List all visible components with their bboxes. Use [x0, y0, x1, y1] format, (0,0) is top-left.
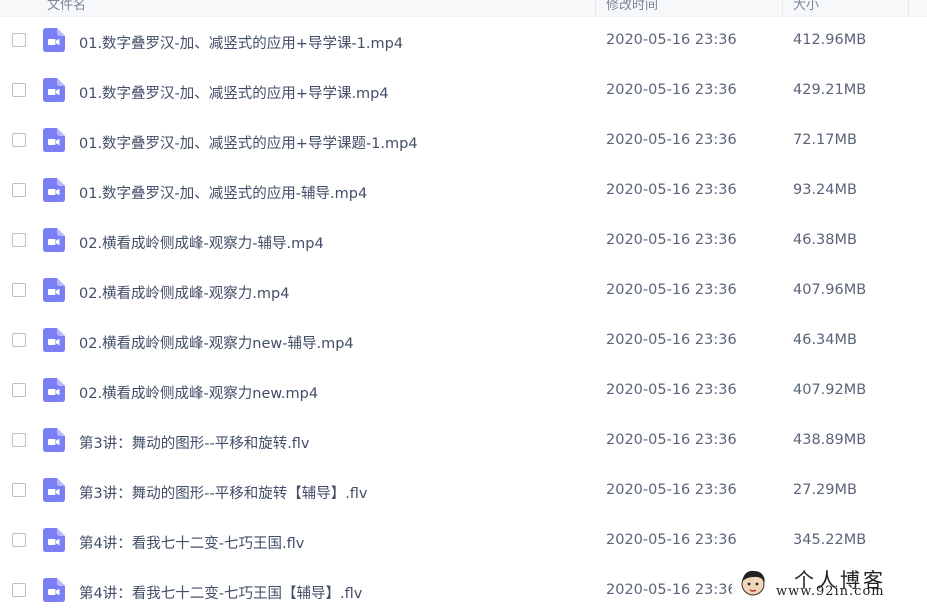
row-checkbox[interactable] — [12, 233, 26, 247]
file-name[interactable]: 01.数字叠罗汉-加、减竖式的应用+导学课.mp4 — [79, 82, 389, 103]
file-modified-date: 2020-05-16 23:36 — [606, 232, 737, 248]
row-checkbox[interactable] — [12, 183, 26, 197]
file-row[interactable]: 02.横看成岭侧成峰-观察力new.mp4 2020-05-16 23:36 407… — [0, 366, 927, 416]
file-row[interactable]: 02.横看成岭侧成峰-观察力new-辅导.mp4 2020-05-16 23:36… — [0, 316, 927, 366]
column-divider[interactable] — [908, 0, 909, 16]
file-modified-date: 2020-05-16 23:36 — [606, 482, 737, 498]
column-header-size[interactable]: 大小 — [793, 0, 819, 13]
file-name[interactable]: 02.横看成岭侧成峰-观察力-辅导.mp4 — [79, 232, 324, 253]
file-name[interactable]: 01.数字叠罗汉-加、减竖式的应用+导学课-1.mp4 — [79, 32, 403, 53]
file-modified-date: 2020-05-16 23:36 — [606, 532, 737, 548]
file-name[interactable]: 第3讲：舞动的图形--平移和旋转.flv — [79, 432, 310, 453]
video-file-icon — [43, 178, 65, 202]
column-header-name[interactable]: 文件名 — [47, 0, 86, 13]
video-file-icon — [43, 378, 65, 402]
file-name[interactable]: 02.横看成岭侧成峰-观察力new.mp4 — [79, 382, 318, 403]
watermark-url: www.92in.com — [776, 584, 885, 599]
file-name[interactable]: 第3讲：舞动的图形--平移和旋转【辅导】.flv — [79, 482, 368, 503]
file-name[interactable]: 02.横看成岭侧成峰-观察力new-辅导.mp4 — [79, 332, 354, 353]
column-divider[interactable] — [595, 0, 596, 16]
file-name[interactable]: 第4讲：看我七十二变-七巧王国【辅导】.flv — [79, 582, 362, 603]
file-row[interactable]: 01.数字叠罗汉-加、减竖式的应用+导学课-1.mp4 2020-05-16 23… — [0, 16, 927, 66]
file-size: 412.96MB — [793, 32, 867, 48]
video-file-icon — [43, 428, 65, 452]
file-modified-date: 2020-05-16 23:36 — [606, 582, 737, 598]
row-checkbox[interactable] — [12, 283, 26, 297]
file-list-header: 文件名 修改时间 ⌄ 大小 — [0, 0, 927, 17]
video-file-icon — [43, 578, 65, 602]
file-size: 407.92MB — [793, 382, 867, 398]
row-checkbox[interactable] — [12, 333, 26, 347]
file-modified-date: 2020-05-16 23:36 — [606, 82, 737, 98]
file-size: 93.24MB — [793, 182, 857, 198]
file-row[interactable]: 02.横看成岭侧成峰-观察力-辅导.mp4 2020-05-16 23:36 46.… — [0, 216, 927, 266]
file-row[interactable]: 01.数字叠罗汉-加、减竖式的应用-辅导.mp4 2020-05-16 23:36… — [0, 166, 927, 216]
sort-desc-icon[interactable]: ⌄ — [763, 0, 771, 3]
video-file-icon — [43, 278, 65, 302]
file-row[interactable]: 01.数字叠罗汉-加、减竖式的应用+导学课.mp4 2020-05-16 23:3… — [0, 66, 927, 116]
row-checkbox[interactable] — [12, 433, 26, 447]
column-divider[interactable] — [782, 0, 783, 16]
file-size: 27.29MB — [793, 482, 857, 498]
file-modified-date: 2020-05-16 23:36 — [606, 282, 737, 298]
row-checkbox[interactable] — [12, 483, 26, 497]
file-size: 407.96MB — [793, 282, 867, 298]
video-file-icon — [43, 228, 65, 252]
video-file-icon — [43, 478, 65, 502]
file-row[interactable]: 第3讲：舞动的图形--平移和旋转【辅导】.flv 2020-05-16 23:36… — [0, 466, 927, 516]
row-checkbox[interactable] — [12, 33, 26, 47]
file-size: 72.17MB — [793, 132, 857, 148]
file-modified-date: 2020-05-16 23:36 — [606, 32, 737, 48]
avatar-logo-icon — [741, 570, 765, 596]
video-file-icon — [43, 528, 65, 552]
watermark: 个人博客 www.92in.com — [732, 562, 927, 604]
row-checkbox[interactable] — [12, 533, 26, 547]
file-size: 429.21MB — [793, 82, 867, 98]
file-row[interactable]: 01.数字叠罗汉-加、减竖式的应用+导学课题-1.mp4 2020-05-16 2… — [0, 116, 927, 166]
file-modified-date: 2020-05-16 23:36 — [606, 182, 737, 198]
file-row[interactable]: 第3讲：舞动的图形--平移和旋转.flv 2020-05-16 23:36 438.… — [0, 416, 927, 466]
file-row[interactable]: 第4讲：看我七十二变-七巧王国.flv 2020-05-16 23:36 345.2… — [0, 516, 927, 566]
file-list: 01.数字叠罗汉-加、减竖式的应用+导学课-1.mp4 2020-05-16 23… — [0, 16, 927, 616]
file-modified-date: 2020-05-16 23:36 — [606, 132, 737, 148]
file-modified-date: 2020-05-16 23:36 — [606, 332, 737, 348]
column-header-modified[interactable]: 修改时间 — [606, 0, 658, 13]
video-file-icon — [43, 128, 65, 152]
file-modified-date: 2020-05-16 23:36 — [606, 382, 737, 398]
row-checkbox[interactable] — [12, 83, 26, 97]
video-file-icon — [43, 28, 65, 52]
file-name[interactable]: 01.数字叠罗汉-加、减竖式的应用+导学课题-1.mp4 — [79, 132, 418, 153]
row-checkbox[interactable] — [12, 383, 26, 397]
file-size: 46.38MB — [793, 232, 857, 248]
file-size: 345.22MB — [793, 532, 867, 548]
file-name[interactable]: 第4讲：看我七十二变-七巧王国.flv — [79, 532, 304, 553]
video-file-icon — [43, 78, 65, 102]
file-name[interactable]: 02.横看成岭侧成峰-观察力.mp4 — [79, 282, 289, 303]
file-size: 46.34MB — [793, 332, 857, 348]
video-file-icon — [43, 328, 65, 352]
file-size: 438.89MB — [793, 432, 867, 448]
row-checkbox[interactable] — [12, 133, 26, 147]
file-row[interactable]: 02.横看成岭侧成峰-观察力.mp4 2020-05-16 23:36 407.96… — [0, 266, 927, 316]
file-modified-date: 2020-05-16 23:36 — [606, 432, 737, 448]
file-name[interactable]: 01.数字叠罗汉-加、减竖式的应用-辅导.mp4 — [79, 182, 367, 203]
row-checkbox[interactable] — [12, 583, 26, 597]
